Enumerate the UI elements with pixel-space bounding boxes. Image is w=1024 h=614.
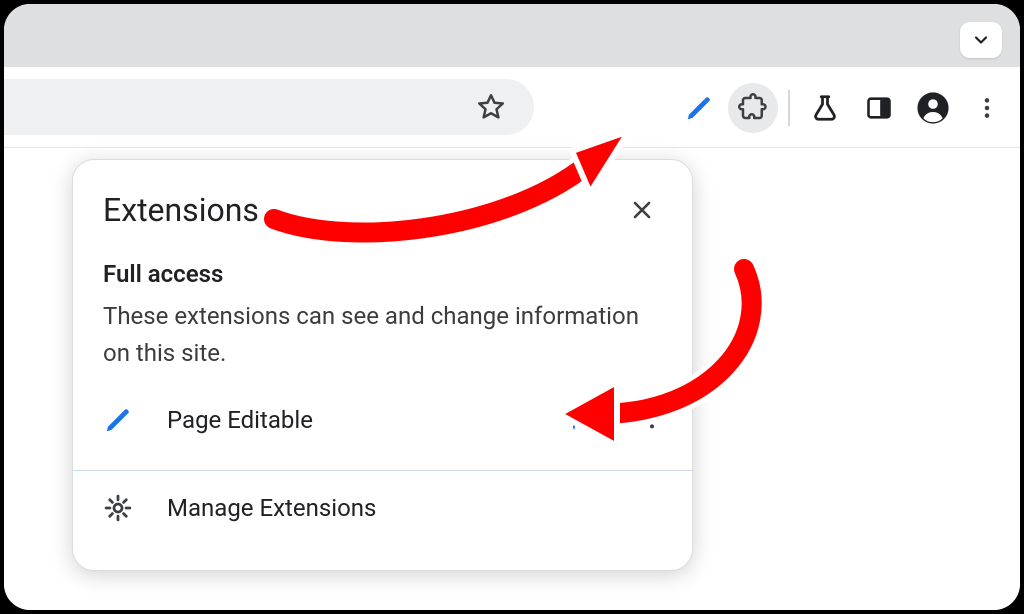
popup-section: Full access These extensions can see and… bbox=[73, 236, 692, 372]
kebab-icon bbox=[641, 409, 663, 431]
panel-icon bbox=[865, 94, 893, 122]
profile-button[interactable] bbox=[908, 83, 958, 133]
chevron-down-icon bbox=[971, 30, 991, 50]
extension-row[interactable]: Page Editable bbox=[73, 372, 692, 470]
extensions-button[interactable] bbox=[728, 83, 778, 133]
star-icon bbox=[476, 92, 506, 122]
extension-menu-button[interactable] bbox=[630, 398, 674, 442]
pinned-extension-button[interactable] bbox=[674, 83, 724, 133]
profile-icon bbox=[916, 91, 950, 125]
popup-header: Extensions bbox=[73, 160, 692, 236]
close-icon bbox=[630, 198, 654, 222]
manage-extensions-label: Manage Extensions bbox=[167, 494, 674, 522]
tab-strip bbox=[4, 4, 1020, 67]
address-bar[interactable] bbox=[4, 79, 534, 135]
browser-window: Extensions Full access These extensions … bbox=[4, 4, 1020, 610]
browser-toolbar bbox=[4, 67, 1020, 148]
puzzle-icon bbox=[738, 93, 768, 123]
bookmark-button[interactable] bbox=[466, 82, 516, 132]
pencil-icon bbox=[103, 405, 133, 435]
toolbar-separator bbox=[788, 90, 790, 126]
toolbar-actions bbox=[674, 83, 1012, 133]
tab-search-button[interactable] bbox=[960, 22, 1002, 58]
pin-icon bbox=[562, 408, 586, 432]
popup-title: Extensions bbox=[103, 191, 259, 229]
side-panel-button[interactable] bbox=[854, 83, 904, 133]
kebab-icon bbox=[974, 95, 1000, 121]
popup-section-desc: These extensions can see and change info… bbox=[103, 298, 662, 372]
popup-section-title: Full access bbox=[103, 260, 662, 288]
window-frame: Extensions Full access These extensions … bbox=[0, 0, 1024, 614]
chrome-menu-button[interactable] bbox=[962, 83, 1012, 133]
pin-button[interactable] bbox=[552, 398, 596, 442]
popup-close-button[interactable] bbox=[622, 190, 662, 230]
extension-name: Page Editable bbox=[167, 406, 518, 434]
manage-extensions-row[interactable]: Manage Extensions bbox=[73, 470, 692, 545]
labs-button[interactable] bbox=[800, 83, 850, 133]
flask-icon bbox=[810, 93, 840, 123]
extensions-popup: Extensions Full access These extensions … bbox=[72, 159, 693, 571]
pencil-icon bbox=[684, 93, 714, 123]
gear-icon bbox=[103, 493, 133, 523]
